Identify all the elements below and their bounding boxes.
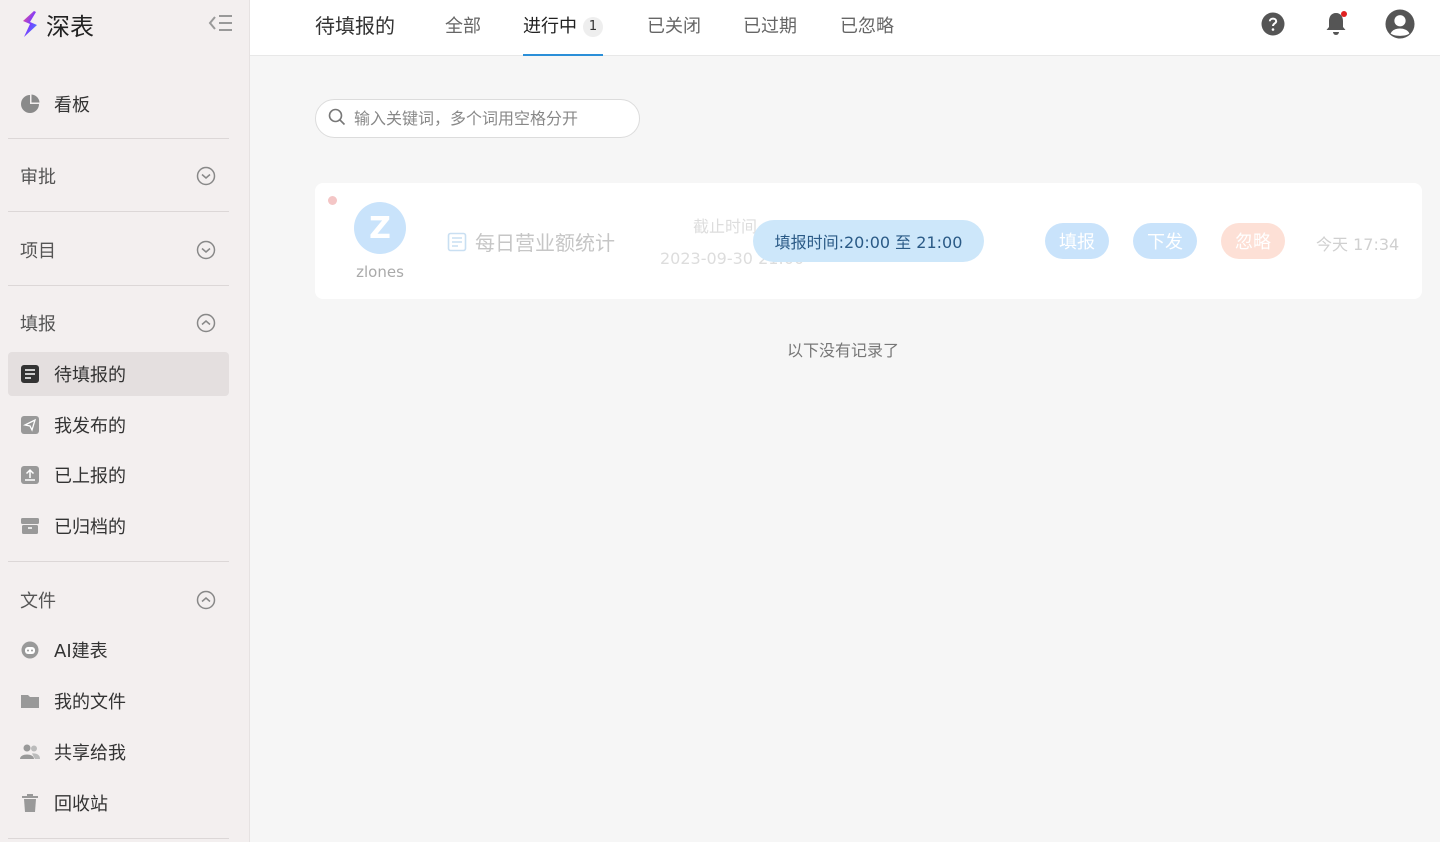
- ignore-button[interactable]: 忽略: [1221, 223, 1285, 259]
- chevron-up-icon: [196, 313, 216, 333]
- upload-icon: [20, 465, 40, 485]
- tab-count-badge: 1: [583, 17, 603, 37]
- tab-in-progress[interactable]: 进行中 1: [523, 12, 603, 56]
- group-label: 填报: [20, 314, 56, 335]
- chevron-down-icon: [196, 240, 216, 260]
- tab-label: 进行中: [523, 16, 577, 37]
- user-avatar-icon[interactable]: [1385, 9, 1415, 39]
- sidebar-item-published[interactable]: 我发布的: [8, 403, 229, 447]
- fill-button[interactable]: 填报: [1045, 223, 1109, 259]
- task-card[interactable]: Z zlones 每日营业额统计 截止时间 2023-09-30 21:00 填…: [315, 183, 1422, 299]
- robot-icon: [20, 640, 40, 660]
- pie-chart-icon: [20, 94, 40, 114]
- sidebar: 深表 看板 审批 项目 填报 待填报的 我发布的 已上报的 已归档的 文件 AI…: [0, 0, 250, 842]
- collapse-sidebar-icon[interactable]: [208, 12, 234, 34]
- avatar: Z: [354, 202, 406, 254]
- group-project[interactable]: 项目: [20, 235, 220, 265]
- sidebar-item-label: 我的文件: [54, 692, 126, 713]
- group-files[interactable]: 文件: [20, 585, 220, 615]
- sidebar-item-label: 看板: [54, 95, 90, 116]
- divider: [8, 838, 229, 839]
- sidebar-item-pending[interactable]: 待填报的: [8, 352, 229, 396]
- chevron-up-icon: [196, 590, 216, 610]
- deadline-label: 截止时间: [693, 217, 758, 236]
- fill-time-tooltip: 填报时间:20:00 至 21:00: [753, 220, 984, 262]
- group-label: 项目: [20, 241, 56, 262]
- task-user-name: zlones: [356, 263, 404, 281]
- chevron-down-icon: [196, 166, 216, 186]
- logo-mark-icon: [20, 10, 40, 38]
- divider: [8, 561, 229, 562]
- task-form-title[interactable]: 每日营业额统计: [447, 227, 615, 256]
- sidebar-item-label: 待填报的: [54, 365, 126, 386]
- sidebar-item-submitted[interactable]: 已上报的: [8, 453, 229, 497]
- send-icon: [20, 415, 40, 435]
- sidebar-item-label: 回收站: [54, 794, 108, 815]
- group-label: 文件: [20, 591, 56, 612]
- task-timestamp: 今天 17:34: [1316, 235, 1400, 254]
- tab-label: 已关闭: [647, 16, 701, 37]
- top-bar: 待填报的 全部 进行中 1 已关闭 已过期 已忽略: [250, 0, 1440, 56]
- group-report[interactable]: 填报: [20, 308, 220, 338]
- unread-dot: [328, 196, 337, 205]
- users-icon: [20, 742, 40, 762]
- search-box[interactable]: [315, 99, 640, 138]
- notification-bell-icon[interactable]: [1321, 9, 1351, 39]
- sidebar-item-label: 已上报的: [54, 466, 126, 487]
- sidebar-item-label: AI建表: [54, 641, 108, 662]
- tab-closed[interactable]: 已关闭: [647, 12, 701, 56]
- group-label: 审批: [20, 167, 56, 188]
- app-logo[interactable]: 深表: [20, 8, 94, 41]
- trash-icon: [20, 793, 40, 813]
- sidebar-item-label: 我发布的: [54, 416, 126, 437]
- sidebar-item-trash[interactable]: 回收站: [8, 781, 229, 825]
- search-icon: [328, 108, 346, 130]
- tab-label: 已过期: [743, 16, 797, 37]
- tab-expired[interactable]: 已过期: [743, 12, 797, 56]
- app-name: 深表: [46, 12, 94, 41]
- page-title: 待填报的: [315, 14, 395, 38]
- sidebar-item-my-files[interactable]: 我的文件: [8, 679, 229, 723]
- divider: [8, 138, 229, 139]
- sidebar-item-label: 已归档的: [54, 517, 126, 538]
- tab-all[interactable]: 全部: [445, 12, 481, 56]
- task-title-text: 每日营业额统计: [475, 231, 615, 255]
- archive-icon: [20, 516, 40, 536]
- sidebar-item-ai-table[interactable]: AI建表: [8, 628, 229, 672]
- form-document-icon: [447, 232, 467, 252]
- group-approval[interactable]: 审批: [20, 161, 220, 191]
- tab-label: 全部: [445, 16, 481, 37]
- tab-label: 已忽略: [840, 16, 894, 37]
- divider: [8, 211, 229, 212]
- help-icon[interactable]: [1258, 9, 1288, 39]
- sidebar-item-shared[interactable]: 共享给我: [8, 730, 229, 774]
- sidebar-item-archived[interactable]: 已归档的: [8, 504, 229, 548]
- search-input[interactable]: [354, 109, 624, 128]
- issue-button[interactable]: 下发: [1133, 223, 1197, 259]
- folder-icon: [20, 691, 40, 711]
- divider: [8, 285, 229, 286]
- sidebar-item-dashboard[interactable]: 看板: [8, 82, 229, 126]
- list-end-text: 以下没有记录了: [787, 341, 900, 360]
- sidebar-item-label: 共享给我: [54, 743, 126, 764]
- tab-ignored[interactable]: 已忽略: [840, 12, 894, 56]
- document-icon: [20, 364, 40, 384]
